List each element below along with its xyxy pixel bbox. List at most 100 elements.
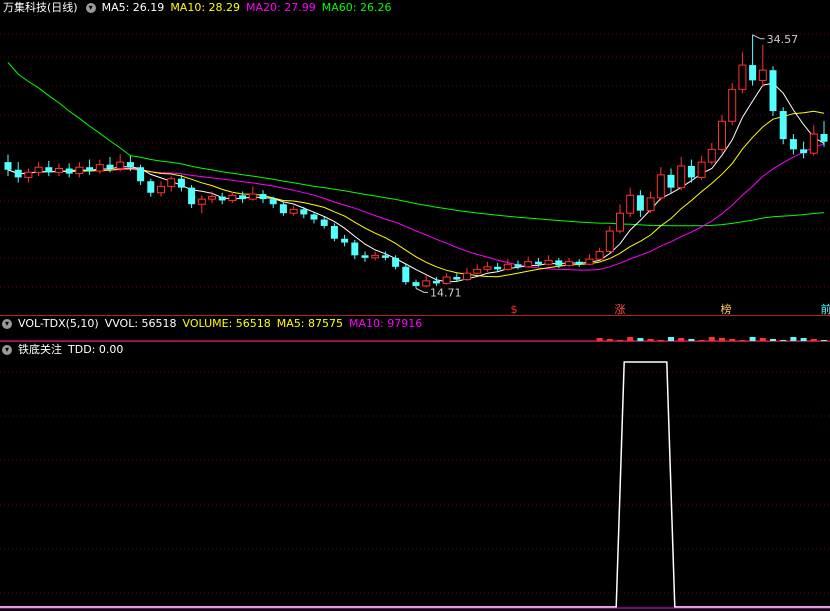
candle-body xyxy=(351,242,359,256)
candle-body xyxy=(605,230,614,252)
candle-body xyxy=(473,268,482,274)
candle-body xyxy=(4,162,12,170)
candle-body xyxy=(534,261,542,265)
stock-name: 万集科技 xyxy=(3,1,47,14)
tdd-line xyxy=(0,361,830,608)
candle-body xyxy=(239,195,247,200)
indicator-name: 铁底关注 xyxy=(18,343,62,356)
candle-body xyxy=(656,174,665,199)
candle-body xyxy=(544,259,553,265)
candle-body xyxy=(707,148,716,163)
high-label: 34.57 xyxy=(767,33,799,46)
candle-body xyxy=(422,280,431,287)
candle-body xyxy=(157,185,165,194)
candle-body xyxy=(341,238,349,243)
candle-body xyxy=(677,165,686,189)
ma5-label: MA5: 26.19 xyxy=(101,1,165,14)
candle-body xyxy=(697,161,706,178)
candle-body xyxy=(65,168,73,174)
candle-body xyxy=(758,69,767,81)
candle-body xyxy=(392,257,400,267)
candle-body xyxy=(432,280,440,284)
volume-label: VOLUME: 56518 xyxy=(182,317,271,330)
candle-body xyxy=(259,194,267,200)
ma10-label: MA10: 28.29 xyxy=(170,1,241,14)
kline-panel[interactable]: 万集科技(日线) ▾ MA5: 26.19 MA10: 28.29 MA20: 27.9… xyxy=(0,0,830,316)
candle-body xyxy=(636,195,644,211)
chevron-down-icon[interactable]: ▾ xyxy=(85,3,96,13)
candle-body xyxy=(820,134,828,142)
candle-body xyxy=(320,219,328,226)
candle-body xyxy=(494,266,502,270)
candle-body xyxy=(177,178,185,188)
candle-body xyxy=(95,164,104,172)
candle-body xyxy=(585,258,594,265)
candle-body xyxy=(126,162,134,168)
candle-body xyxy=(14,169,22,178)
candle-body xyxy=(749,65,757,81)
candle-body xyxy=(718,120,726,150)
chevron-down-icon[interactable]: ▾ xyxy=(2,319,12,329)
low-label: 14.71 xyxy=(430,286,462,299)
candle-body xyxy=(45,167,53,173)
kline-header: 万集科技(日线) ▾ MA5: 26.19 MA10: 28.29 MA20: 27.9… xyxy=(0,0,397,16)
low-pointer xyxy=(415,287,428,293)
candle-body xyxy=(188,187,196,205)
indicator-panel[interactable]: ▾ 铁底关注 TDD: 0.00 xyxy=(0,342,830,611)
candle-body xyxy=(789,139,797,150)
candle-body xyxy=(300,209,308,215)
candle-body xyxy=(595,250,604,260)
candle-body xyxy=(137,167,145,182)
candle-body xyxy=(248,193,257,200)
candle-body xyxy=(106,164,114,169)
ma20-label: MA20: 27.99 xyxy=(246,1,316,14)
vol-ma5-label: MA5: 87575 xyxy=(276,317,344,330)
candle-body xyxy=(483,266,492,270)
candle-body xyxy=(330,225,338,239)
candle-body xyxy=(228,194,237,201)
candle-body xyxy=(809,133,818,154)
candle-body xyxy=(279,204,287,214)
candle-body xyxy=(402,266,410,283)
candle-body xyxy=(442,276,451,284)
volume-panel[interactable]: ▾ VOL-TDX(5,10) VVOL: 56518 VOLUME: 56518 MA… xyxy=(0,316,830,342)
candle-body xyxy=(381,255,389,258)
candle-body xyxy=(55,167,63,173)
candle-body xyxy=(463,272,471,281)
candle-body xyxy=(371,254,380,259)
vol-indicator-name: VOL-TDX(5,10) xyxy=(18,317,99,330)
candle-body xyxy=(555,260,563,266)
candle-body xyxy=(116,161,125,169)
tdd-label: TDD: 0.00 xyxy=(68,343,124,356)
ma60-label: MA60: 26.26 xyxy=(321,1,392,14)
candle-body xyxy=(361,255,369,258)
candle-body xyxy=(453,277,461,280)
vvol-label: VVOL: 56518 xyxy=(104,317,177,330)
candle-body xyxy=(779,111,787,140)
candle-body xyxy=(646,197,655,212)
candle-body xyxy=(75,166,84,175)
candle-body xyxy=(86,167,94,172)
volume-header: ▾ VOL-TDX(5,10) VVOL: 56518 VOLUME: 56518 MA… xyxy=(0,316,428,332)
candle-body xyxy=(738,64,747,90)
candle-body xyxy=(289,208,298,214)
candle-body xyxy=(800,149,808,154)
chevron-down-icon[interactable]: ▾ xyxy=(2,345,12,355)
candle-body xyxy=(575,261,583,265)
candle-body xyxy=(412,282,420,286)
candle-body xyxy=(269,199,277,205)
candle-body xyxy=(524,261,533,268)
vol-ma10-label: MA10: 97916 xyxy=(349,317,423,330)
candle-body xyxy=(147,181,155,193)
candle-body xyxy=(565,261,573,267)
period-label: (日线) xyxy=(47,1,78,14)
candle-body xyxy=(197,198,206,205)
kline-chart[interactable]: 34.5714.71$ 涨榜前 xyxy=(0,0,830,316)
candle-body xyxy=(503,263,512,270)
candle-body xyxy=(687,165,695,178)
candle-body xyxy=(167,178,176,187)
indicator-header: ▾ 铁底关注 TDD: 0.00 xyxy=(0,342,129,358)
candle-body xyxy=(24,171,33,178)
candle-body xyxy=(218,196,226,201)
candle-body xyxy=(616,212,624,232)
